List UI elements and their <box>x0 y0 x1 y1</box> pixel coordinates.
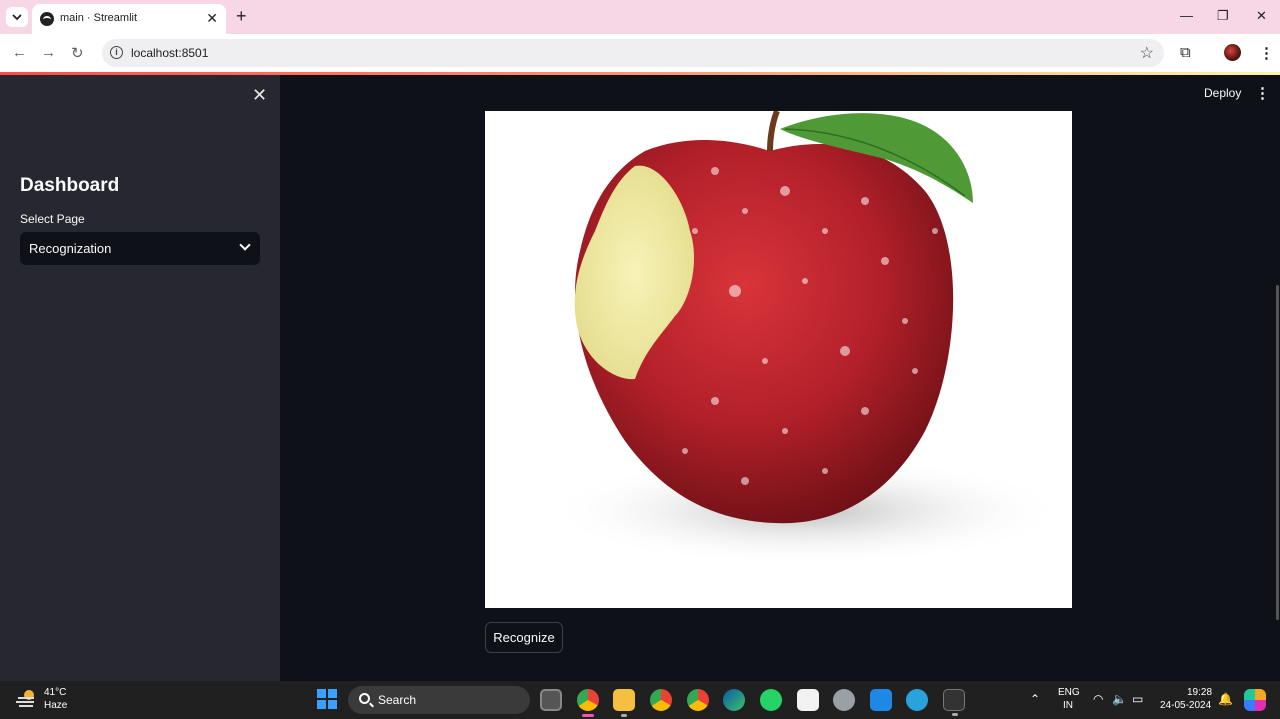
task-view-icon[interactable] <box>540 689 562 711</box>
region-indicator[interactable]: IN <box>1063 700 1073 711</box>
uploaded-image <box>485 111 1072 608</box>
volume-icon[interactable]: 🔈 <box>1112 692 1127 706</box>
vscode-icon[interactable] <box>870 689 892 711</box>
chrome-active-icon[interactable] <box>577 689 599 717</box>
browser-toolbar: ← → ↻ i localhost:8501 ☆ ⧉ ⋮ <box>0 34 1280 72</box>
apple-image <box>545 111 1065 566</box>
telegram-icon[interactable] <box>906 689 928 711</box>
chrome-icon[interactable] <box>687 689 709 711</box>
notifications-icon[interactable]: 🔔 <box>1218 692 1233 706</box>
url-text[interactable]: localhost:8501 <box>131 46 208 60</box>
browser-tab-bar: main · Streamlit ✕ + — ❐ ✕ <box>0 0 1280 34</box>
tab-close-icon[interactable]: ✕ <box>206 10 218 27</box>
restore-icon[interactable]: ❐ <box>1217 8 1229 24</box>
search-placeholder: Search <box>378 693 417 707</box>
minimize-icon[interactable]: — <box>1180 8 1193 23</box>
taskbar-search[interactable]: Search <box>348 686 530 714</box>
wifi-icon[interactable]: ◠ <box>1093 692 1103 706</box>
terminal-icon[interactable] <box>943 689 965 716</box>
back-icon[interactable]: ← <box>12 44 27 61</box>
windows-start-icon[interactable] <box>317 689 337 709</box>
chevron-down-icon <box>239 239 251 251</box>
deploy-button[interactable]: Deploy <box>1204 86 1241 100</box>
recognize-button[interactable]: Recognize <box>485 622 563 653</box>
clock-date[interactable]: 24-05-2024 <box>1160 700 1211 711</box>
address-bar[interactable]: i localhost:8501 ☆ <box>102 39 1164 67</box>
microsoft-store-icon[interactable] <box>797 689 819 711</box>
chrome-profile-icon[interactable] <box>650 689 672 711</box>
main-content: Deploy ⋮ Recognize <box>280 75 1280 681</box>
haze-weather-icon[interactable] <box>16 689 38 707</box>
sidebar-close-icon[interactable]: ✕ <box>252 85 267 106</box>
scrollbar-thumb[interactable] <box>1276 285 1279 620</box>
site-info-icon[interactable]: i <box>110 46 123 59</box>
bookmark-star-icon[interactable]: ☆ <box>1140 43 1154 63</box>
browser-tab[interactable]: main · Streamlit ✕ <box>32 4 226 34</box>
new-tab-icon[interactable]: + <box>236 6 247 27</box>
sidebar-title: Dashboard <box>20 175 120 196</box>
clock-time[interactable]: 19:28 <box>1187 687 1212 698</box>
sidebar: ✕ Dashboard Select Page Recognization <box>0 75 280 681</box>
language-indicator[interactable]: ENG <box>1058 687 1080 698</box>
weather-description[interactable]: Haze <box>44 700 67 711</box>
file-explorer-icon[interactable] <box>613 689 635 717</box>
extensions-icon[interactable]: ⧉ <box>1180 44 1191 61</box>
settings-gear-icon[interactable] <box>833 689 855 711</box>
forward-icon[interactable]: → <box>41 44 56 61</box>
page-selectbox[interactable]: Recognization <box>20 232 260 265</box>
tab-title: main · Streamlit <box>60 12 138 24</box>
edge-icon[interactable] <box>723 689 745 711</box>
chevron-down-icon <box>12 13 22 20</box>
window-close-icon[interactable]: ✕ <box>1256 8 1267 24</box>
tab-search-button[interactable] <box>6 7 28 27</box>
whatsapp-icon[interactable] <box>760 689 782 711</box>
streamlit-favicon-icon <box>40 12 54 26</box>
selectbox-value: Recognization <box>29 241 112 256</box>
copilot-icon[interactable] <box>1244 689 1266 711</box>
browser-menu-icon[interactable]: ⋮ <box>1259 44 1274 62</box>
os-taskbar: 41°C Haze Search ⌃ ENG IN ◠ 🔈 ▭ 19:28 24… <box>0 681 1280 719</box>
tray-overflow-chevron-icon[interactable]: ⌃ <box>1030 692 1040 706</box>
weather-temperature[interactable]: 41°C <box>44 687 66 698</box>
profile-avatar[interactable] <box>1224 44 1241 61</box>
reload-icon[interactable]: ↻ <box>71 44 84 62</box>
battery-icon[interactable]: ▭ <box>1132 692 1143 706</box>
select-page-label: Select Page <box>20 212 85 226</box>
search-icon <box>359 693 370 704</box>
main-menu-icon[interactable]: ⋮ <box>1255 84 1270 102</box>
